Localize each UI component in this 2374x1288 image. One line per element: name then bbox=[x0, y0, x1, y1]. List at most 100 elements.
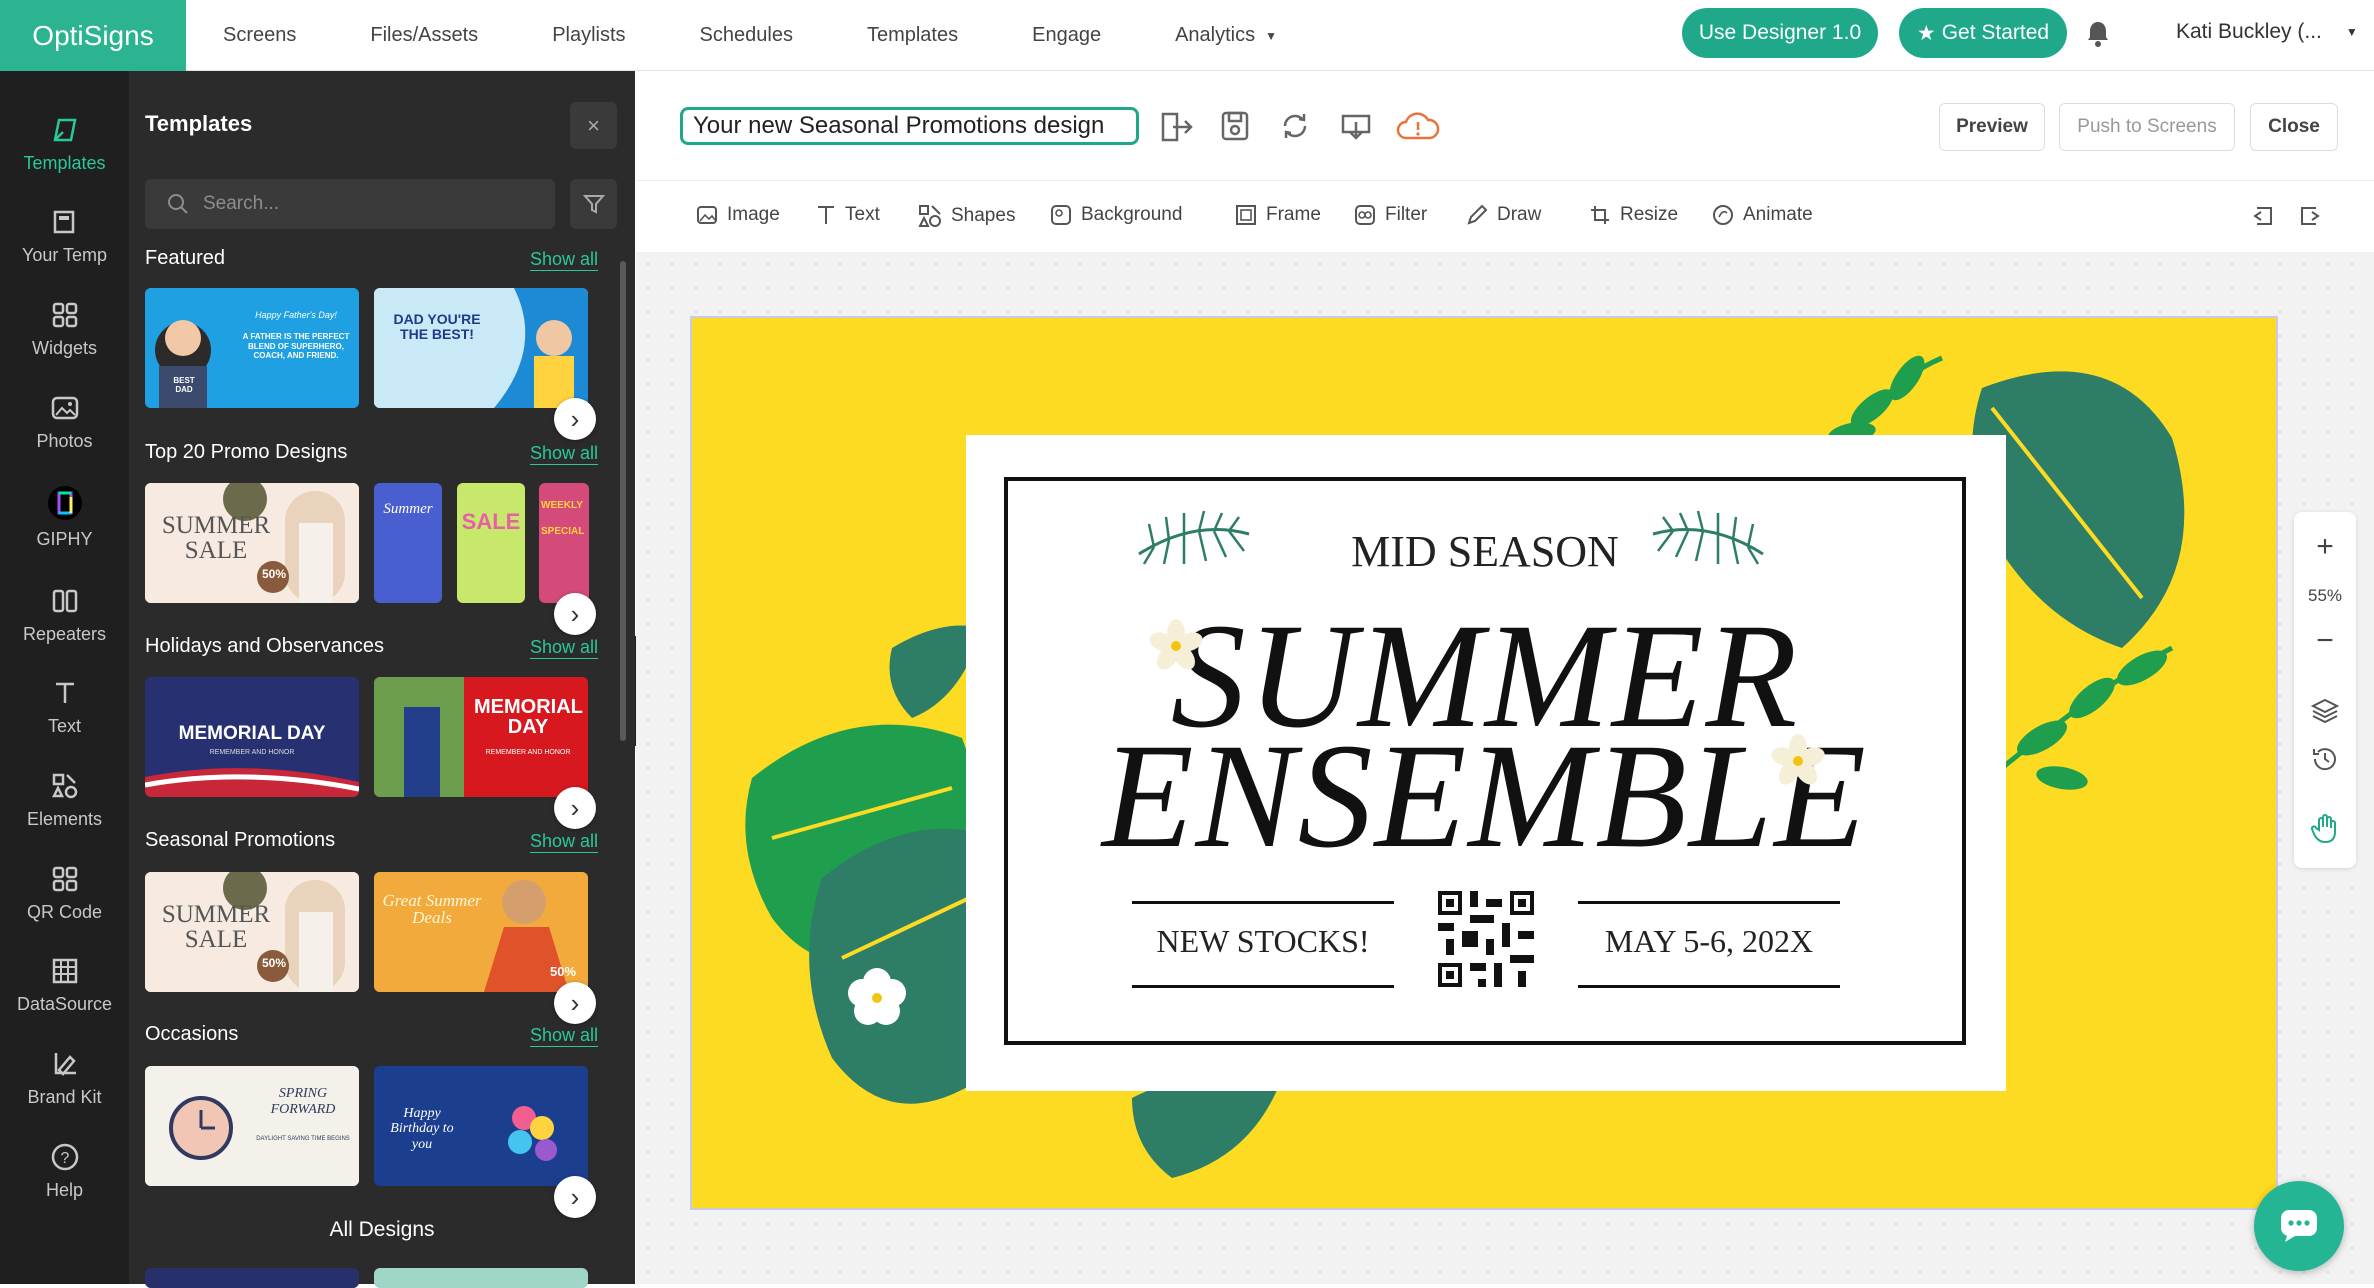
rail-your-templates[interactable]: Your Temp bbox=[0, 207, 129, 266]
thumb-text: Happy Birthday to you bbox=[390, 1106, 454, 1152]
nav-screens[interactable]: Screens bbox=[186, 24, 333, 47]
nav-schedules[interactable]: Schedules bbox=[663, 24, 830, 47]
template-thumb[interactable]: MEMORIAL DAY REMEMBER AND HONOR bbox=[145, 677, 359, 797]
featured-show-all[interactable]: Show all bbox=[530, 249, 599, 271]
occasions-show-all[interactable]: Show all bbox=[530, 1025, 599, 1047]
template-thumb[interactable] bbox=[145, 1268, 359, 1288]
template-thumb[interactable]: WEEKLY SPECIAL bbox=[539, 483, 589, 603]
nav-engage[interactable]: Engage bbox=[995, 24, 1138, 47]
chevron-right-icon: › bbox=[570, 1181, 580, 1212]
layers-button[interactable] bbox=[2294, 696, 2356, 726]
caret-down-icon: ▼ bbox=[2345, 25, 2358, 39]
panel-scrollbar[interactable] bbox=[620, 261, 626, 741]
nav-playlists[interactable]: Playlists bbox=[515, 24, 662, 47]
carousel-next-button[interactable]: › bbox=[554, 398, 596, 440]
template-thumb[interactable]: SALE bbox=[457, 483, 525, 603]
template-thumb[interactable] bbox=[374, 1268, 588, 1288]
thumb-text: Happy Father's Day! bbox=[255, 310, 337, 320]
carousel-next-button[interactable]: › bbox=[554, 787, 596, 829]
nav-templates[interactable]: Templates bbox=[830, 24, 995, 47]
seasonal-show-all[interactable]: Show all bbox=[530, 831, 599, 853]
carousel-next-button[interactable]: › bbox=[554, 1176, 596, 1218]
get-started-label: Get Started bbox=[1941, 21, 2050, 44]
nav-analytics[interactable]: Analytics ▼ bbox=[1138, 24, 1314, 47]
giphy-icon bbox=[47, 486, 82, 520]
tool-text[interactable]: Text bbox=[816, 204, 880, 226]
sync-icon[interactable] bbox=[1279, 110, 1311, 142]
divider-line bbox=[1132, 901, 1394, 904]
use-designer-button[interactable]: Use Designer 1.0 bbox=[1682, 8, 1878, 58]
tool-resize[interactable]: Resize bbox=[1589, 204, 1678, 226]
rail-help[interactable]: ? Help bbox=[0, 1142, 129, 1201]
filter-button[interactable] bbox=[570, 179, 617, 229]
template-thumb[interactable]: DAD YOU'RE THE BEST! bbox=[374, 288, 588, 408]
push-to-screens-button[interactable]: Push to Screens bbox=[2059, 103, 2235, 151]
rail-qr-code[interactable]: QR Code bbox=[0, 864, 129, 923]
user-menu[interactable]: Kati Buckley (... ▼ bbox=[2176, 20, 2358, 44]
template-thumb[interactable]: Summer bbox=[374, 483, 442, 603]
tool-draw-label: Draw bbox=[1497, 204, 1542, 225]
design-canvas[interactable]: MID SEASON SUMMER ENSEMBLE NEW STOCKS! M… bbox=[690, 316, 2278, 1210]
tool-animate[interactable]: Animate bbox=[1712, 204, 1813, 226]
close-editor-button[interactable]: Close bbox=[2250, 103, 2338, 151]
tool-frame[interactable]: Frame bbox=[1235, 204, 1321, 226]
design-date[interactable]: MAY 5-6, 202X bbox=[1578, 923, 1840, 960]
export-icon[interactable] bbox=[1159, 110, 1195, 144]
tool-draw[interactable]: Draw bbox=[1466, 204, 1541, 226]
download-icon[interactable] bbox=[1339, 110, 1373, 142]
design-name-input[interactable]: Your new Seasonal Promotions design bbox=[680, 107, 1139, 145]
rail-elements[interactable]: Elements bbox=[0, 771, 129, 830]
headline-card[interactable]: MID SEASON SUMMER ENSEMBLE NEW STOCKS! M… bbox=[966, 435, 2006, 1091]
carousel-next-button[interactable]: › bbox=[554, 593, 596, 635]
cloud-warning-icon[interactable] bbox=[1396, 110, 1440, 142]
hand-tool-button[interactable] bbox=[2294, 812, 2356, 844]
help-icon: ? bbox=[51, 1143, 78, 1171]
preview-button[interactable]: Preview bbox=[1939, 103, 2045, 151]
save-icon[interactable] bbox=[1220, 110, 1250, 142]
tool-filter[interactable]: Filter bbox=[1354, 204, 1427, 226]
flower-icon bbox=[1771, 734, 1825, 785]
tool-image[interactable]: Image bbox=[696, 204, 780, 226]
tool-shapes[interactable]: Shapes bbox=[918, 204, 1015, 228]
promo-show-all[interactable]: Show all bbox=[530, 443, 599, 465]
template-thumb[interactable]: Great Summer Deals 50% bbox=[374, 872, 588, 992]
template-thumb[interactable]: MEMORIAL DAY REMEMBER AND HONOR bbox=[374, 677, 588, 797]
undo-button[interactable] bbox=[2251, 204, 2275, 228]
chat-support-button[interactable] bbox=[2254, 1181, 2344, 1271]
redo-button[interactable] bbox=[2298, 204, 2322, 228]
zoom-in-button[interactable]: + bbox=[2294, 530, 2356, 564]
carousel-next-button[interactable]: › bbox=[554, 982, 596, 1024]
rail-help-label: Help bbox=[45, 1180, 84, 1200]
zoom-out-button[interactable]: − bbox=[2294, 624, 2356, 658]
template-thumb[interactable]: SUMMER SALE 50% bbox=[145, 872, 359, 992]
widgets-icon bbox=[52, 302, 77, 328]
search-input[interactable] bbox=[203, 193, 523, 215]
app-logo[interactable]: OptiSigns bbox=[0, 0, 186, 71]
get-started-button[interactable]: ★ Get Started bbox=[1899, 8, 2067, 58]
rail-text[interactable]: Text bbox=[0, 678, 129, 737]
rail-giphy[interactable]: GIPHY bbox=[0, 485, 129, 550]
design-subheading[interactable]: MID SEASON bbox=[1008, 526, 1962, 577]
rail-elements-label: Elements bbox=[26, 809, 103, 829]
holidays-show-all[interactable]: Show all bbox=[530, 637, 599, 659]
design-new-stocks[interactable]: NEW STOCKS! bbox=[1132, 923, 1394, 960]
rail-repeaters[interactable]: Repeaters bbox=[0, 586, 129, 645]
history-button[interactable] bbox=[2294, 744, 2356, 774]
tool-resize-label: Resize bbox=[1620, 204, 1679, 225]
template-thumb[interactable]: Happy Father's Day! A FATHER IS THE PERF… bbox=[145, 288, 359, 408]
template-search[interactable] bbox=[145, 179, 555, 229]
close-panel-button[interactable]: × bbox=[570, 102, 617, 149]
rail-widgets[interactable]: Widgets bbox=[0, 300, 129, 359]
rail-datasource[interactable]: DataSource bbox=[0, 956, 129, 1015]
template-thumb[interactable]: SPRING FORWARD DAYLIGHT SAVING TIME BEGI… bbox=[145, 1066, 359, 1186]
thumb-text: SALE bbox=[461, 509, 521, 534]
rail-templates[interactable]: Templates bbox=[0, 115, 129, 174]
template-thumb[interactable]: Happy Birthday to you bbox=[374, 1066, 588, 1186]
nav-files-assets[interactable]: Files/Assets bbox=[333, 24, 515, 47]
rail-photos[interactable]: Photos bbox=[0, 393, 129, 452]
tool-background[interactable]: Background bbox=[1050, 204, 1182, 226]
rail-brand-kit[interactable]: Brand Kit bbox=[0, 1049, 129, 1108]
thumb-text: 50% bbox=[261, 956, 287, 970]
bell-icon[interactable] bbox=[2086, 20, 2110, 48]
template-thumb[interactable]: SUMMER SALE 50% bbox=[145, 483, 359, 603]
